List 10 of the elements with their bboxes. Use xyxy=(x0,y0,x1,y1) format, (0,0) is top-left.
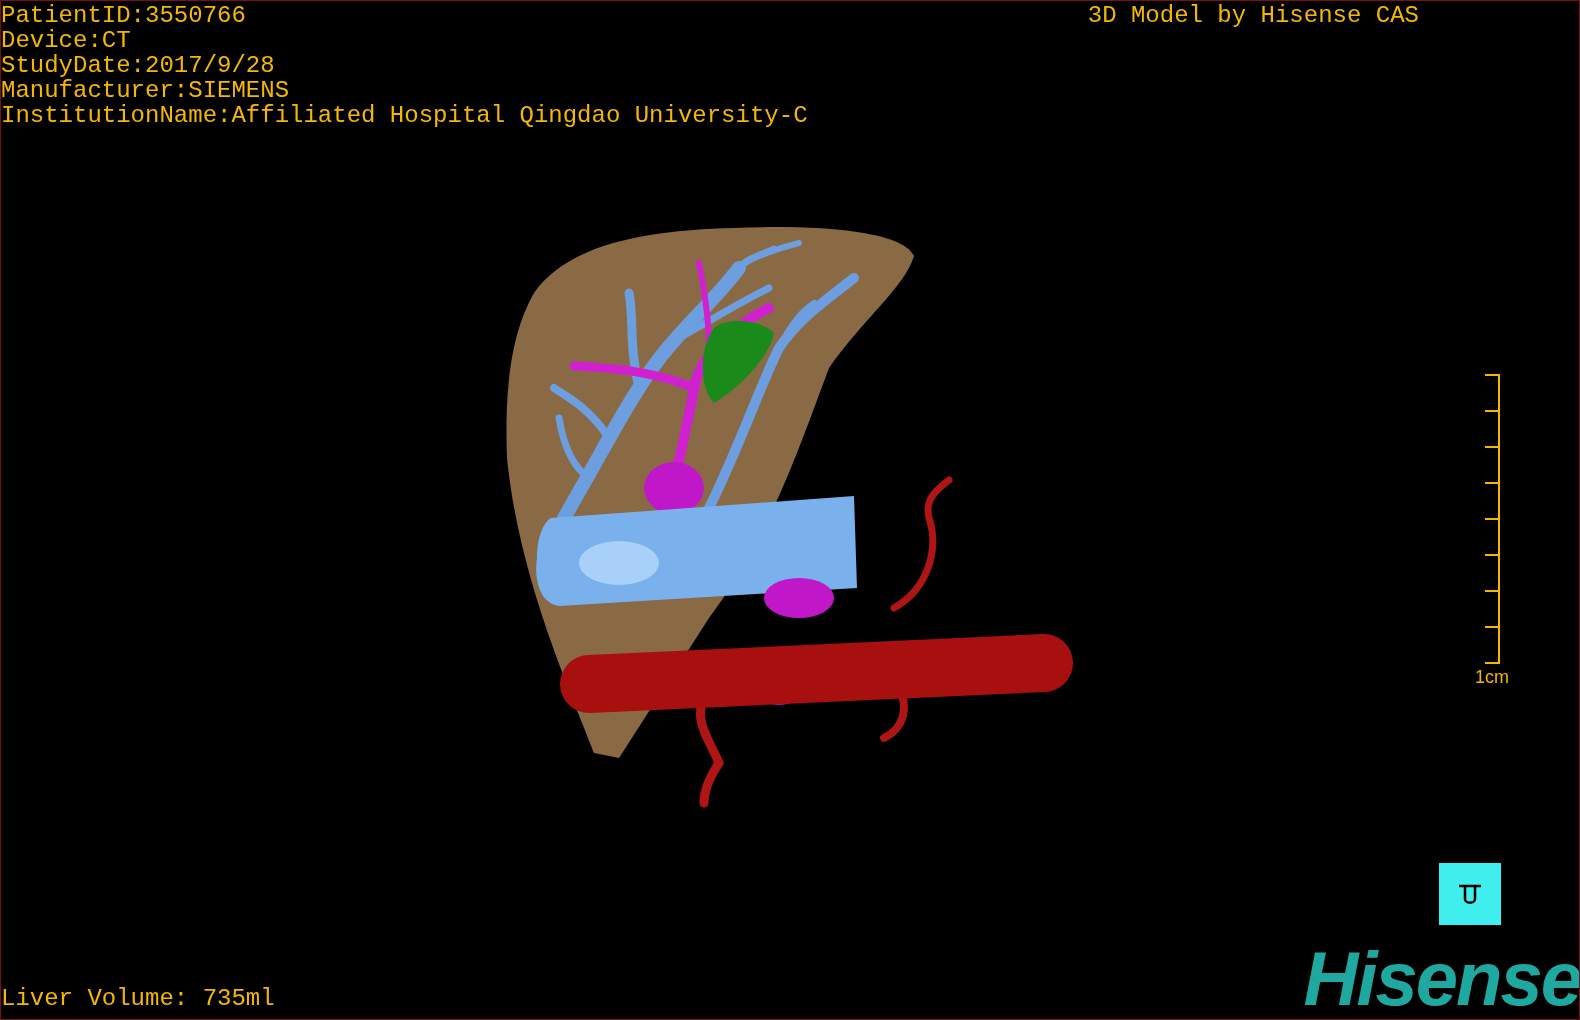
info-text: PatientID:3550766 xyxy=(1,3,247,28)
liver-volume-text: Liver Volume: 735ml xyxy=(1,986,275,1011)
info-text: StudyDate:2017/9/28 xyxy=(1,53,276,78)
tool-button[interactable] xyxy=(1439,863,1501,925)
info-text: InstitutionName:Affiliated Hospital Qingdao University-C xyxy=(1,103,808,128)
info-text: Manufacturer:SIEMENS xyxy=(1,78,291,103)
title-text: 3D Model by Hisense CAS xyxy=(1087,3,1419,31)
logo-text: Hisense xyxy=(1303,947,1579,1011)
scale-label: 1cm xyxy=(1475,666,1509,688)
info-text: Device:CT xyxy=(1,28,132,53)
